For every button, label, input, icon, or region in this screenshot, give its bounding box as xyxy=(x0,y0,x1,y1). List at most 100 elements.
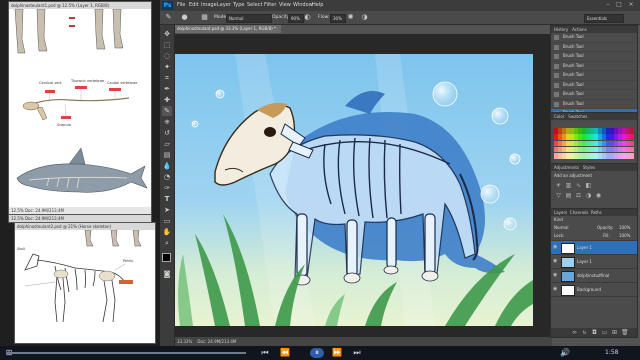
color-balance-icon[interactable]: ⚖ xyxy=(575,192,582,199)
move-tool-icon[interactable]: ✥ xyxy=(162,29,172,39)
airbrush-icon[interactable]: ✺ xyxy=(346,13,355,22)
eraser-tool-icon[interactable]: ▱ xyxy=(162,139,172,149)
dodge-tool-icon[interactable]: ◔ xyxy=(162,172,172,182)
color-swatch[interactable] xyxy=(630,134,634,140)
workspace-select[interactable]: Essentials xyxy=(584,14,624,23)
menu-help[interactable]: Help xyxy=(312,0,323,11)
photo-filter-icon[interactable]: ◉ xyxy=(595,192,602,199)
layer-mask-icon[interactable]: ◘ xyxy=(591,329,598,336)
quick-mask-icon[interactable]: ◙ xyxy=(162,269,172,279)
close-icon[interactable]: × xyxy=(627,1,635,9)
rewind-icon[interactable]: ⏪ xyxy=(280,348,290,358)
type-tool-icon[interactable]: T xyxy=(162,194,172,204)
visibility-eye-icon[interactable]: ◉ xyxy=(553,241,559,254)
crop-tool-icon[interactable]: ⌗ xyxy=(162,73,172,83)
fast-forward-icon[interactable]: ⏩ xyxy=(332,348,342,358)
tab-channels[interactable]: Channels xyxy=(570,210,589,215)
tab-swatches[interactable]: Swatches xyxy=(568,114,587,119)
menu-filter[interactable]: Filter xyxy=(264,0,276,11)
swatch-grid[interactable] xyxy=(554,122,634,160)
history-item[interactable]: Brush Tool xyxy=(551,33,637,43)
flow-input[interactable]: 30% xyxy=(330,14,346,23)
menu-window[interactable]: Window xyxy=(293,0,313,11)
layer-kind-filter[interactable]: Kind xyxy=(554,217,563,222)
hue-saturation-icon[interactable]: ▤ xyxy=(565,192,572,199)
layer-row[interactable]: ◉ dolphinstudfinal xyxy=(551,269,637,283)
history-item[interactable]: Brush Tool xyxy=(551,43,637,52)
color-swatch[interactable] xyxy=(630,128,634,134)
painting-canvas[interactable] xyxy=(175,54,533,326)
history-item[interactable]: Brush Tool xyxy=(551,71,637,81)
tab-actions[interactable]: Actions xyxy=(572,27,587,32)
reference-window-top[interactable]: dolphinosteulant1.psd @ 12.5% (Layer 1, … xyxy=(8,1,152,215)
tab-styles[interactable]: Styles xyxy=(583,165,595,170)
canvas-area[interactable] xyxy=(175,34,550,346)
marquee-tool-icon[interactable]: ⬚ xyxy=(162,40,172,50)
menu-view[interactable]: View xyxy=(279,0,291,11)
color-swatch[interactable] xyxy=(630,146,634,153)
new-group-icon[interactable]: ▭ xyxy=(601,329,608,336)
lasso-tool-icon[interactable]: ◌ xyxy=(162,51,172,61)
pressure-size-icon[interactable]: ◑ xyxy=(360,13,369,22)
document-tab[interactable]: dolphinosteulant.psd @ 33.3% (Layer 1, R… xyxy=(175,25,281,33)
volume-icon[interactable]: 🔊 xyxy=(560,348,570,358)
layer-fill-input[interactable]: 100% xyxy=(619,232,630,240)
new-layer-icon[interactable]: ⊞ xyxy=(611,329,618,336)
history-brush-tool-icon[interactable]: ↺ xyxy=(162,128,172,138)
history-item[interactable]: Brush Tool xyxy=(551,62,637,71)
mode-select[interactable]: Normal xyxy=(226,14,272,23)
layer-row[interactable]: ◉ Background xyxy=(551,283,637,297)
foreground-color-swatch[interactable] xyxy=(162,253,171,262)
history-item[interactable]: Brush Tool xyxy=(551,52,637,62)
shape-tool-icon[interactable]: ▭ xyxy=(162,216,172,226)
zoom-tool-icon[interactable]: ⌕ xyxy=(162,238,172,248)
pressure-opacity-icon[interactable]: ◐ xyxy=(303,13,312,22)
tab-layers[interactable]: Layers xyxy=(554,210,567,215)
vibrance-icon[interactable]: ▽ xyxy=(555,192,562,199)
color-swatch[interactable] xyxy=(630,122,634,128)
color-swatch[interactable] xyxy=(630,153,634,159)
levels-icon[interactable]: ▥ xyxy=(565,182,572,189)
clone-stamp-tool-icon[interactable]: ⎈ xyxy=(162,117,172,127)
tab-history[interactable]: History xyxy=(554,27,568,32)
brush-tool-preset-icon[interactable]: ✎ xyxy=(164,13,173,22)
color-swatch[interactable] xyxy=(630,140,634,147)
brush-size-icon[interactable]: ● xyxy=(180,13,189,22)
layer-blend-mode-select[interactable]: Normal xyxy=(554,225,568,230)
play-previous-icon[interactable]: ⏮ xyxy=(260,348,270,358)
layer-row[interactable]: ◉ Layer 1 xyxy=(551,255,637,269)
blur-tool-icon[interactable]: 💧 xyxy=(162,161,172,171)
visibility-eye-icon[interactable]: ◉ xyxy=(553,269,559,282)
history-item[interactable]: Brush Tool xyxy=(551,90,637,100)
hand-tool-icon[interactable]: ✋ xyxy=(162,227,172,237)
menu-select[interactable]: Select xyxy=(247,0,262,11)
black-white-icon[interactable]: ◑ xyxy=(585,192,592,199)
curves-icon[interactable]: ∿ xyxy=(575,182,582,189)
brush-tool-icon[interactable]: ✎ xyxy=(162,106,172,116)
status-zoom[interactable]: 33.33% xyxy=(177,339,192,344)
history-item[interactable]: Brush Tool xyxy=(551,100,637,109)
tab-paths[interactable]: Paths xyxy=(591,210,602,215)
tab-color[interactable]: Color xyxy=(554,114,564,119)
menu-type[interactable]: Type xyxy=(233,0,244,11)
tab-adjustments[interactable]: Adjustments xyxy=(554,165,579,170)
layer-opacity-input[interactable]: 100% xyxy=(619,224,630,232)
visibility-eye-icon[interactable]: ◉ xyxy=(553,283,559,296)
menu-image[interactable]: Image xyxy=(201,0,217,11)
eyedropper-tool-icon[interactable]: ✒ xyxy=(162,84,172,94)
play-pause-icon[interactable]: ⏸ xyxy=(310,348,324,358)
exposure-icon[interactable]: ◧ xyxy=(585,182,592,189)
gradient-tool-icon[interactable]: ▤ xyxy=(162,150,172,160)
visibility-eye-icon[interactable]: ◉ xyxy=(553,255,559,268)
brightness-icon[interactable]: ☀ xyxy=(555,182,562,189)
link-layers-icon[interactable]: ∞ xyxy=(571,329,578,336)
play-next-icon[interactable]: ⏭ xyxy=(352,348,362,358)
healing-tool-icon[interactable]: ✚ xyxy=(162,95,172,105)
layer-style-icon[interactable]: fx xyxy=(581,329,588,336)
menu-file[interactable]: File xyxy=(177,0,185,11)
brush-panel-toggle-icon[interactable]: ▦ xyxy=(200,13,209,22)
reference-window-bottom[interactable]: dolphinosteulant2.psd @ 21% (Horse skele… xyxy=(14,222,156,344)
minimize-icon[interactable]: – xyxy=(604,1,612,9)
quick-select-tool-icon[interactable]: ✦ xyxy=(162,62,172,72)
path-select-tool-icon[interactable]: ➤ xyxy=(162,205,172,215)
